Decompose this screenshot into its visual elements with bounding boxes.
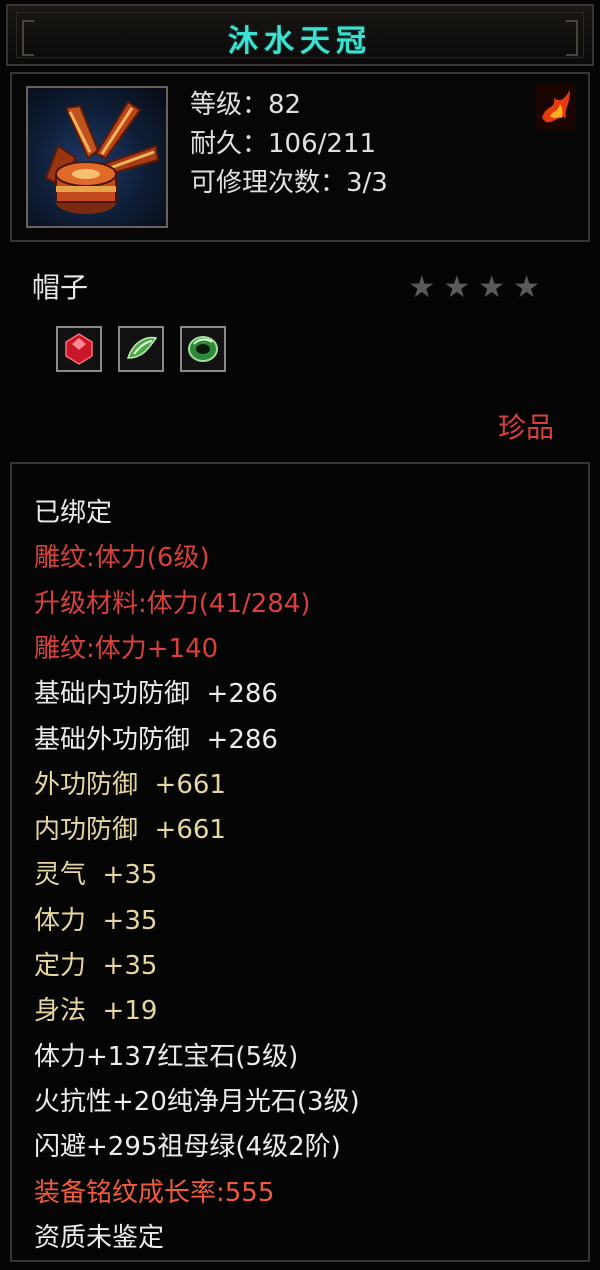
- attribute-line: 雕纹:体力(6级): [34, 543, 210, 574]
- title-bar: 沐水天冠: [6, 4, 594, 66]
- level-line: 等级：82: [190, 90, 302, 120]
- item-header: 等级：82 耐久：106/211 可修理次数：3/3: [10, 72, 590, 242]
- attribute-line: 闪避+295祖母绿(4级2阶): [34, 1132, 341, 1163]
- item-type: 帽子: [32, 271, 89, 304]
- attribute-line: 体力 +35: [34, 905, 158, 936]
- attribute-line: 基础内功防御 +286: [34, 679, 278, 710]
- item-summary: 帽子 ★★★★ 珍品: [10, 246, 590, 456]
- crown-helmet-icon: [26, 86, 168, 228]
- attribute-line: 升级材料:体力(41/284): [34, 588, 311, 619]
- durability-line: 耐久：106/211: [190, 129, 377, 159]
- item-title: 沐水天冠: [228, 24, 372, 59]
- moonstone-gem-icon: [118, 326, 164, 372]
- attribute-line: 体力+137红宝石(5级): [34, 1041, 299, 1072]
- star-rating: ★★★★: [408, 270, 548, 305]
- attribute-line: 内功防御 +661: [34, 815, 226, 846]
- attribute-line: 外功防御 +661: [34, 769, 226, 800]
- attribute-line: 定力 +35: [34, 951, 158, 981]
- attribute-list: 已绑定雕纹:体力(6级) 升级材料:体力(41/284) 雕纹:体力+140 基础内功…: [10, 462, 590, 1262]
- item-stats: 等级：82 耐久：106/211 可修理次数：3/3: [190, 86, 388, 203]
- emerald-gem-icon: [180, 326, 226, 372]
- quality-label: 珍品: [497, 411, 554, 444]
- item-tooltip: 沐水天冠 等级：82 耐久：106/211 可修理次数：3/3 帽子 ★★★★ …: [0, 0, 600, 1270]
- ruby-gem-icon: [56, 326, 102, 372]
- attribute-line: 灵气 +35: [34, 860, 158, 891]
- attribute-line: 资质未鉴定: [34, 1222, 165, 1253]
- repair-count-line: 可修理次数：3/3: [190, 168, 388, 198]
- fire-element-icon: [536, 84, 576, 130]
- attribute-line: 雕纹:体力+140: [34, 633, 219, 664]
- attribute-line: 身法 +19: [34, 996, 158, 1027]
- attribute-line: 火抗性+20纯净月光石(3级): [34, 1086, 360, 1117]
- attribute-line: 装备铭纹成长率:555: [34, 1177, 275, 1208]
- attribute-line: 已绑定: [34, 498, 113, 528]
- attribute-line: 基础外功防御 +286: [34, 724, 278, 755]
